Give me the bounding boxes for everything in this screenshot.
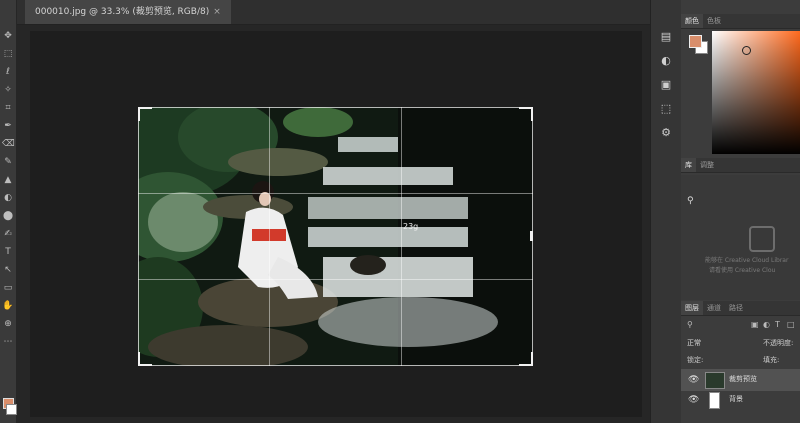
layer-name: 背景 [729,395,743,403]
layer-row[interactable]: 👁 背景 [681,389,800,411]
right-panels: 颜色 色板 库调整 ⚲ 能够在 Creative Cloud Librar 请看使… [681,0,800,423]
layer-thumbnail [705,372,725,389]
rectangle-tool-icon[interactable]: ▭ [2,282,14,294]
crop-grid-line [401,107,402,366]
visibility-eye-icon[interactable]: 👁 [688,395,699,405]
crop-handle-bottom-left[interactable] [138,352,152,366]
filter-kind-icon[interactable]: ⚲ [687,320,693,329]
layers-panel-tabs: 图层 通道 路径 [681,301,800,316]
library-message-line1: 能够在 Creative Cloud Librar [705,257,789,264]
pen-tool-icon[interactable]: ✍ [2,228,14,240]
blend-mode-select[interactable]: 正常 [687,338,701,348]
history-panel-icon[interactable]: ▤ [659,30,673,44]
foreground-color-chip[interactable] [689,35,702,48]
crop-handle-top-right[interactable] [519,107,533,121]
fill-label[interactable]: 填充: [763,355,779,365]
filter-adjustment-icon[interactable]: ◐ [763,320,770,329]
hand-tool-icon[interactable]: ✋ [2,300,14,312]
tools-panel: ✥ ⬚ ℓ ✧ ⌗ ✒ ⌫ ✎ ▲ ◐ ⬤ ✍ T ↖ ▭ ✋ ⊕ ⋯ [0,0,17,423]
crop-grid-line [269,107,270,366]
crop-handle-right[interactable] [530,231,533,241]
background-color-swatch[interactable] [6,404,17,415]
path-selection-tool-icon[interactable]: ↖ [2,264,14,276]
crop-handle-bottom-right[interactable] [519,352,533,366]
channels-panel-icon[interactable]: ⬚ [659,102,673,116]
document-tab-bar: 000010.jpg @ 33.3% (裁剪预览, RGB/8) × [17,0,650,25]
visibility-eye-icon[interactable]: 👁 [688,375,699,385]
more-tools-icon[interactable]: ⋯ [2,336,14,348]
zoom-tool-icon[interactable]: ⊕ [2,318,14,330]
clone-stamp-tool-icon[interactable]: ▲ [2,174,14,186]
eraser-tool-icon[interactable]: ⬤ [2,210,14,222]
crop-grid-line [138,279,533,280]
collapsed-panels-strip: ▤ ◐ ▣ ⬚ ⚙ [650,0,682,423]
move-tool-icon[interactable]: ✥ [2,30,14,42]
properties-panel-icon[interactable]: ▣ [659,78,673,92]
magic-wand-tool-icon[interactable]: ✧ [2,84,14,96]
library-panel-tabs: 库调整 [681,158,800,173]
filter-pixel-icon[interactable]: ▣ [751,320,759,329]
tab-color[interactable]: 颜色 [681,14,703,28]
history-brush-tool-icon[interactable]: ◐ [2,192,14,204]
tab-swatches[interactable]: 色板 [703,14,725,28]
color-panel-tabs: 颜色 色板 [681,14,800,29]
crop-tool-icon[interactable]: ⌗ [2,102,14,114]
lock-label: 锁定: [687,356,704,364]
crop-handle-top-left[interactable] [138,107,152,121]
document-tab-title: 000010.jpg @ 33.3% (裁剪预览, RGB/8) [35,7,210,17]
document-tab[interactable]: 000010.jpg @ 33.3% (裁剪预览, RGB/8) × [25,0,231,24]
tab-channels[interactable]: 通道 [703,301,725,315]
layer-name: 裁剪预览 [729,375,757,383]
healing-brush-tool-icon[interactable]: ⌫ [2,138,15,150]
lasso-tool-icon[interactable]: ℓ [2,66,14,78]
tab-paths[interactable]: 路径 [725,301,747,315]
adjustments-panel-icon[interactable]: ◐ [659,54,673,68]
color-picker-cursor[interactable] [742,46,751,55]
layer-thumbnail [709,392,720,409]
layer-row[interactable]: 👁 裁剪预览 [681,369,800,391]
filter-type-icon[interactable]: T [775,320,780,329]
filter-shape-icon[interactable]: □ [787,320,795,329]
opacity-label[interactable]: 不透明度: [763,338,793,348]
tab-adjustments[interactable]: 调整 [696,158,718,172]
library-panel-body [681,175,800,300]
crop-frame[interactable] [138,107,533,366]
color-picker-field[interactable] [712,31,800,154]
library-message-line2: 请看使用 Creative Clou [709,267,776,274]
search-icon[interactable]: ⚲ [687,196,694,206]
creative-cloud-library-icon [749,226,775,252]
layer-filter-row: ⚲ ▣ ◐ T □ [681,318,800,332]
crop-preview-image[interactable] [138,107,533,366]
close-tab-icon[interactable]: × [213,7,221,17]
crop-grid-line [138,193,533,194]
type-tool-icon[interactable]: T [2,246,14,258]
crop-dimension-label: 23g [403,222,419,231]
eyedropper-tool-icon[interactable]: ✒ [2,120,14,132]
tab-libraries[interactable]: 库 [681,158,696,172]
settings-panel-icon[interactable]: ⚙ [659,126,673,140]
marquee-tool-icon[interactable]: ⬚ [2,48,14,60]
brush-tool-icon[interactable]: ✎ [2,156,14,168]
tab-layers[interactable]: 图层 [681,301,703,315]
